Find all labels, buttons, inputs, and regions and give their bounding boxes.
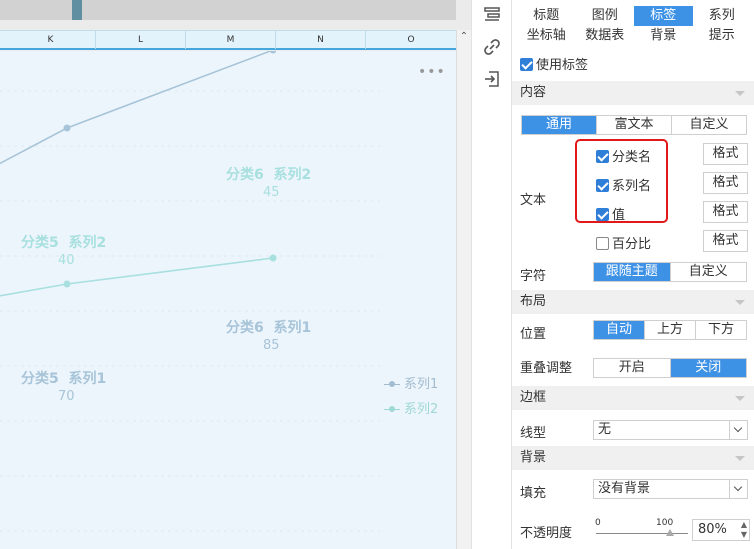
tab-series[interactable]: 系列 bbox=[693, 6, 752, 26]
data-point-s2-1 bbox=[63, 280, 71, 288]
spinner-icon[interactable]: ▲ ▼ bbox=[741, 520, 747, 540]
chart-canvas bbox=[0, 51, 380, 532]
opacity-label: 不透明度 bbox=[520, 526, 573, 541]
char-mode-follow-theme[interactable]: 跟随主题 bbox=[594, 263, 671, 281]
opacity-input[interactable]: 80% ▲ ▼ bbox=[692, 519, 750, 541]
position-above[interactable]: 上方 bbox=[645, 321, 696, 339]
tab-legend[interactable]: 图例 bbox=[576, 6, 635, 26]
dropdown-arrow-icon[interactable] bbox=[729, 480, 747, 498]
series-line-2 bbox=[0, 257, 274, 297]
slider-thumb[interactable] bbox=[665, 529, 674, 536]
overlap-segmented: 开启 关闭 bbox=[593, 358, 747, 378]
import-icon[interactable] bbox=[483, 70, 501, 88]
legend-marker-icon bbox=[384, 405, 400, 415]
top-bar-handle[interactable] bbox=[72, 0, 82, 20]
position-below[interactable]: 下方 bbox=[696, 321, 746, 339]
chart-more-icon[interactable]: ••• bbox=[418, 64, 446, 80]
opacity-max-label: 100 bbox=[656, 518, 674, 528]
tab-label[interactable]: 标签 bbox=[634, 6, 693, 26]
tab-axis[interactable]: 坐标轴 bbox=[517, 26, 576, 46]
overlap-on[interactable]: 开启 bbox=[594, 359, 671, 377]
content-mode-custom[interactable]: 自定义 bbox=[672, 116, 746, 134]
line-type-label: 线型 bbox=[520, 426, 547, 441]
spreadsheet-area: K L M N O ⌃ ••• 分类5 系列2 40 分类6 系列2 45 分类… bbox=[0, 0, 471, 549]
line-type-select[interactable]: 无 bbox=[593, 420, 748, 440]
column-l[interactable]: L bbox=[96, 31, 186, 49]
data-label-value-s1-p2: 85 bbox=[263, 338, 280, 353]
side-toolbar bbox=[471, 0, 511, 549]
highlight-annotation bbox=[575, 139, 668, 223]
settings-panel: 标题 图例 标签 系列 坐标轴 数据表 背景 提示 使用标签 内容 通用 富文本… bbox=[511, 0, 754, 549]
collapse-chevron-icon[interactable] bbox=[735, 396, 745, 401]
position-label: 位置 bbox=[520, 327, 547, 342]
position-segmented: 自动 上方 下方 bbox=[593, 320, 747, 340]
data-label-value-s2-p2: 45 bbox=[263, 185, 280, 200]
text-label: 文本 bbox=[520, 193, 547, 208]
position-auto[interactable]: 自动 bbox=[594, 321, 645, 339]
chart-gridlines bbox=[0, 90, 380, 532]
overlap-off[interactable]: 关闭 bbox=[670, 359, 746, 377]
data-label-category-s2-p1: 分类5 系列2 bbox=[21, 235, 107, 251]
data-label-category-s1-p1: 分类5 系列1 bbox=[21, 371, 107, 387]
category-name-format-button[interactable]: 格式 bbox=[703, 143, 748, 165]
data-label-value-s2-p1: 40 bbox=[58, 253, 75, 268]
data-point-s2-2 bbox=[269, 254, 277, 262]
overlap-label: 重叠调整 bbox=[520, 361, 573, 376]
link-icon[interactable] bbox=[483, 38, 501, 56]
column-n[interactable]: N bbox=[276, 31, 366, 49]
legend-item-series1[interactable]: 系列1 bbox=[384, 373, 438, 392]
tab-data-table[interactable]: 数据表 bbox=[576, 26, 635, 46]
column-header: K L M N O bbox=[0, 30, 456, 50]
section-layout[interactable]: 布局 bbox=[512, 290, 754, 314]
tab-tooltip[interactable]: 提示 bbox=[693, 26, 752, 46]
checkbox-checked-icon[interactable] bbox=[520, 58, 533, 71]
scroll-up-icon[interactable]: ⌃ bbox=[459, 32, 469, 42]
collapse-chevron-icon[interactable] bbox=[735, 456, 745, 461]
series-name-format-button[interactable]: 格式 bbox=[703, 172, 748, 194]
settings-tabs: 标题 图例 标签 系列 坐标轴 数据表 背景 提示 bbox=[517, 6, 751, 46]
data-point-s1-1 bbox=[63, 124, 71, 132]
legend-marker-icon bbox=[384, 380, 400, 390]
data-label-value-s1-p1: 70 bbox=[58, 389, 75, 404]
vertical-scrollbar[interactable]: ⌃ bbox=[456, 30, 471, 549]
collapse-chevron-icon[interactable] bbox=[735, 91, 745, 96]
tab-title[interactable]: 标题 bbox=[517, 6, 576, 26]
legend-item-series2[interactable]: 系列2 bbox=[384, 398, 438, 417]
char-label: 字符 bbox=[520, 269, 547, 284]
column-o[interactable]: O bbox=[366, 31, 456, 49]
data-point-s1-2 bbox=[269, 51, 277, 54]
opacity-min-label: 0 bbox=[595, 518, 601, 528]
data-label-category-s1-p2: 分类6 系列1 bbox=[226, 320, 312, 336]
data-label-category-s2-p2: 分类6 系列2 bbox=[226, 167, 312, 183]
content-mode-general[interactable]: 通用 bbox=[522, 116, 597, 134]
opacity-slider[interactable] bbox=[596, 529, 688, 536]
column-k[interactable]: K bbox=[6, 31, 96, 49]
char-mode-segmented: 跟随主题 自定义 bbox=[593, 262, 747, 282]
fill-label: 填充 bbox=[520, 486, 547, 501]
section-content[interactable]: 内容 bbox=[512, 81, 754, 105]
section-border[interactable]: 边框 bbox=[512, 386, 754, 410]
value-format-button[interactable]: 格式 bbox=[703, 201, 748, 223]
percentage-checkbox[interactable]: 百分比 bbox=[596, 233, 651, 252]
char-mode-custom[interactable]: 自定义 bbox=[670, 263, 746, 281]
sheet-top-bar bbox=[0, 0, 456, 20]
content-mode-segmented: 通用 富文本 自定义 bbox=[521, 115, 747, 135]
percentage-format-button[interactable]: 格式 bbox=[703, 230, 748, 252]
tab-background[interactable]: 背景 bbox=[634, 26, 693, 46]
fill-select[interactable]: 没有背景 bbox=[593, 479, 748, 499]
panel-icon[interactable] bbox=[483, 6, 501, 24]
use-label-checkbox[interactable]: 使用标签 bbox=[520, 54, 588, 73]
collapse-chevron-icon[interactable] bbox=[735, 300, 745, 305]
content-mode-rich-text[interactable]: 富文本 bbox=[597, 116, 672, 134]
section-background[interactable]: 背景 bbox=[512, 446, 754, 470]
line-chart[interactable]: ••• 分类5 系列2 40 分类6 系列2 45 分类5 系列1 70 分类6… bbox=[0, 51, 456, 549]
column-m[interactable]: M bbox=[186, 31, 276, 49]
dropdown-arrow-icon[interactable] bbox=[729, 421, 747, 439]
checkbox-unchecked-icon[interactable] bbox=[596, 237, 609, 250]
